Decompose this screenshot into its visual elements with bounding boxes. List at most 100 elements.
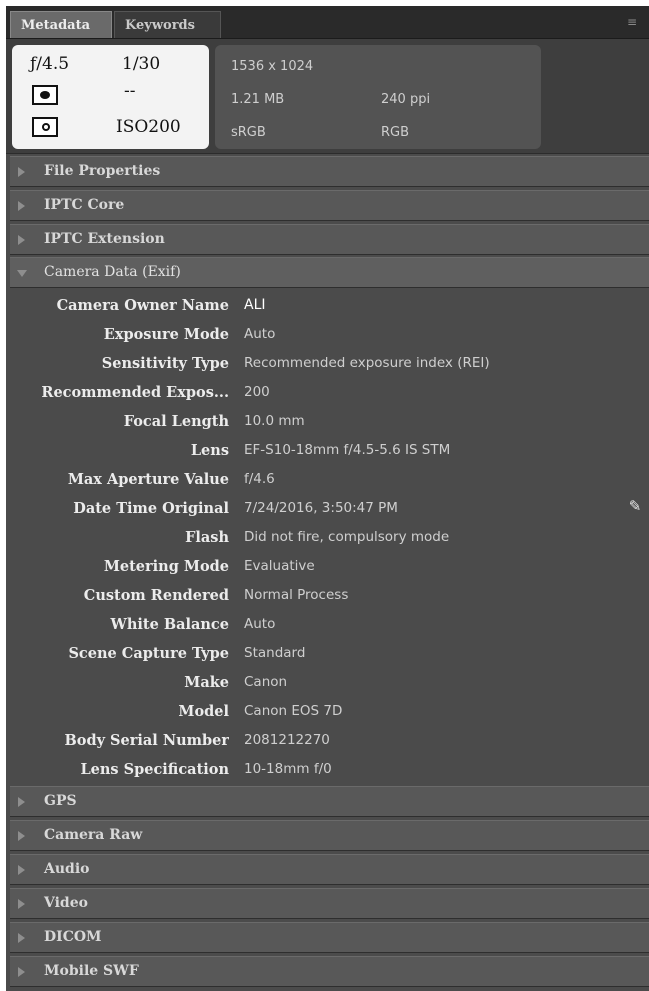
section-label: Audio bbox=[44, 861, 90, 877]
section-label: DICOM bbox=[44, 929, 102, 945]
field-label: Model bbox=[178, 703, 229, 720]
field-row-recommended-exposure: Recommended Expos... 200 bbox=[6, 378, 649, 407]
section-mobile-swf[interactable]: Mobile SWF bbox=[10, 956, 649, 987]
metadata-summary: ƒ/4.5 1/30 -- ISO200 1536 x 1024 1.21 MB… bbox=[6, 39, 649, 154]
collapse-triangle-icon[interactable] bbox=[17, 270, 27, 277]
field-label: White Balance bbox=[110, 616, 229, 633]
flyout-menu-icon[interactable]: ≡ bbox=[623, 15, 641, 29]
field-value[interactable]: ALI bbox=[244, 291, 266, 320]
field-label: Max Aperture Value bbox=[67, 471, 229, 488]
field-value[interactable]: Auto bbox=[244, 320, 275, 349]
field-label: Flash bbox=[185, 529, 229, 546]
section-label: Mobile SWF bbox=[44, 963, 139, 979]
section-iptc-core[interactable]: IPTC Core bbox=[10, 190, 649, 221]
color-profile: sRGB bbox=[231, 125, 266, 140]
tab-keywords[interactable]: Keywords bbox=[114, 11, 221, 38]
field-label: Sensitivity Type bbox=[101, 355, 229, 372]
field-row-metering-mode: Metering Mode Evaluative bbox=[6, 552, 649, 581]
field-value[interactable]: 7/24/2016, 3:50:47 PM bbox=[244, 494, 398, 523]
field-value[interactable]: Standard bbox=[244, 639, 305, 668]
section-iptc-extension[interactable]: IPTC Extension bbox=[10, 224, 649, 255]
field-value[interactable]: 2081212270 bbox=[244, 726, 330, 755]
field-value[interactable]: Canon EOS 7D bbox=[244, 697, 342, 726]
field-value[interactable]: 10-18mm f/0 bbox=[244, 755, 332, 784]
panel-tab-bar: Metadata Keywords ≡ bbox=[6, 6, 649, 39]
section-audio[interactable]: Audio bbox=[10, 854, 649, 885]
field-label: Make bbox=[184, 674, 229, 691]
section-gps[interactable]: GPS bbox=[10, 786, 649, 817]
field-row-focal-length: Focal Length 10.0 mm bbox=[6, 407, 649, 436]
expand-triangle-icon[interactable] bbox=[18, 167, 25, 177]
field-row-scene-capture-type: Scene Capture Type Standard bbox=[6, 639, 649, 668]
metering-value: -- bbox=[124, 81, 136, 101]
field-row-make: Make Canon bbox=[6, 668, 649, 697]
field-value[interactable]: EF-S10-18mm f/4.5-5.6 IS STM bbox=[244, 436, 450, 465]
field-label: Lens bbox=[190, 442, 229, 459]
expand-triangle-icon[interactable] bbox=[18, 933, 25, 943]
section-camera-data-exif[interactable]: Camera Data (Exif) bbox=[10, 257, 649, 288]
pencil-edit-icon[interactable]: ✎ bbox=[626, 497, 644, 515]
field-row-camera-owner-name: Camera Owner Name ALI bbox=[6, 291, 649, 320]
field-row-lens-specification: Lens Specification 10-18mm f/0 bbox=[6, 755, 649, 784]
field-value[interactable]: Recommended exposure index (REI) bbox=[244, 349, 490, 378]
image-resolution: 240 ppi bbox=[381, 92, 431, 107]
field-row-exposure-mode: Exposure Mode Auto bbox=[6, 320, 649, 349]
field-row-body-serial-number: Body Serial Number 2081212270 bbox=[6, 726, 649, 755]
image-dimensions: 1536 x 1024 bbox=[231, 59, 314, 74]
section-label: Video bbox=[44, 895, 88, 911]
section-video[interactable]: Video bbox=[10, 888, 649, 919]
section-label: IPTC Core bbox=[44, 197, 125, 213]
section-label: Camera Raw bbox=[44, 827, 143, 843]
section-label: Camera Data (Exif) bbox=[44, 264, 181, 280]
field-row-custom-rendered: Custom Rendered Normal Process bbox=[6, 581, 649, 610]
field-value[interactable]: 200 bbox=[244, 378, 270, 407]
field-label: Date Time Original bbox=[73, 500, 229, 517]
white-balance-icon bbox=[32, 117, 58, 137]
tab-metadata[interactable]: Metadata bbox=[10, 11, 112, 38]
field-label: Recommended Expos... bbox=[41, 384, 229, 401]
expand-triangle-icon[interactable] bbox=[18, 967, 25, 977]
field-row-date-time-original: Date Time Original 7/24/2016, 3:50:47 PM bbox=[6, 494, 649, 523]
section-file-properties[interactable]: File Properties bbox=[10, 156, 649, 187]
expand-triangle-icon[interactable] bbox=[18, 797, 25, 807]
field-label: Exposure Mode bbox=[103, 326, 229, 343]
metering-mode-icon bbox=[32, 85, 58, 105]
expand-triangle-icon[interactable] bbox=[18, 899, 25, 909]
file-size: 1.21 MB bbox=[231, 92, 285, 107]
field-row-lens: Lens EF-S10-18mm f/4.5-5.6 IS STM bbox=[6, 436, 649, 465]
field-value[interactable]: f/4.6 bbox=[244, 465, 275, 494]
iso-value: ISO200 bbox=[116, 117, 181, 137]
expand-triangle-icon[interactable] bbox=[18, 865, 25, 875]
field-label: Focal Length bbox=[123, 413, 229, 430]
color-mode: RGB bbox=[381, 125, 410, 140]
field-value[interactable]: Normal Process bbox=[244, 581, 348, 610]
field-value[interactable]: 10.0 mm bbox=[244, 407, 305, 436]
field-row-sensitivity-type: Sensitivity Type Recommended exposure ind… bbox=[6, 349, 649, 378]
expand-triangle-icon[interactable] bbox=[18, 201, 25, 211]
field-row-flash: Flash Did not fire, compulsory mode bbox=[6, 523, 649, 552]
field-value[interactable]: Evaluative bbox=[244, 552, 315, 581]
section-camera-raw[interactable]: Camera Raw bbox=[10, 820, 649, 851]
field-row-white-balance: White Balance Auto bbox=[6, 610, 649, 639]
field-label: Custom Rendered bbox=[83, 587, 229, 604]
expand-triangle-icon[interactable] bbox=[18, 235, 25, 245]
section-dicom[interactable]: DICOM bbox=[10, 922, 649, 953]
section-label: IPTC Extension bbox=[44, 231, 165, 247]
section-label: GPS bbox=[44, 793, 77, 809]
section-label: File Properties bbox=[44, 163, 161, 179]
field-label: Camera Owner Name bbox=[56, 297, 229, 314]
exif-summary-box: ƒ/4.5 1/30 -- ISO200 bbox=[12, 45, 209, 149]
field-row-model: Model Canon EOS 7D bbox=[6, 697, 649, 726]
field-value[interactable]: Did not fire, compulsory mode bbox=[244, 523, 449, 552]
field-label: Scene Capture Type bbox=[68, 645, 229, 662]
field-label: Metering Mode bbox=[103, 558, 229, 575]
field-row-max-aperture-value: Max Aperture Value f/4.6 bbox=[6, 465, 649, 494]
field-label: Lens Specification bbox=[80, 761, 229, 778]
aperture-value: ƒ/4.5 bbox=[30, 54, 70, 74]
field-value[interactable]: Canon bbox=[244, 668, 287, 697]
shutter-speed-value: 1/30 bbox=[122, 54, 161, 74]
metadata-panel: Metadata Keywords ≡ ƒ/4.5 1/30 -- ISO200… bbox=[6, 6, 649, 991]
expand-triangle-icon[interactable] bbox=[18, 831, 25, 841]
field-value[interactable]: Auto bbox=[244, 610, 275, 639]
field-label: Body Serial Number bbox=[64, 732, 229, 749]
